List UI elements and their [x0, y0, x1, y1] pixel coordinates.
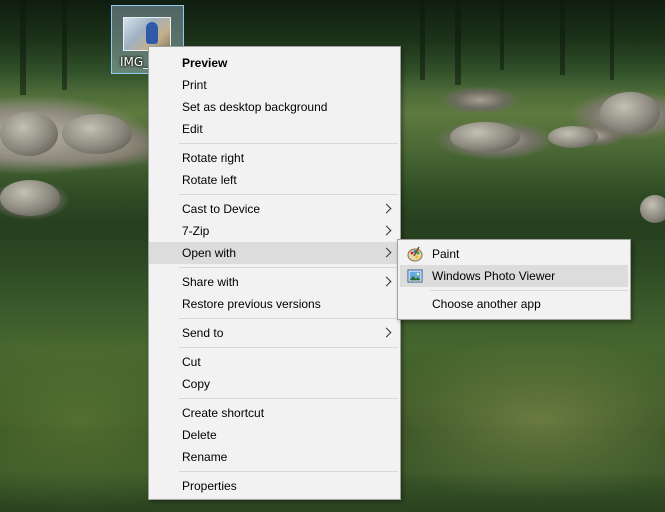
menu-separator — [179, 318, 398, 319]
tree-trunk — [455, 0, 461, 85]
chevron-right-icon — [381, 203, 392, 214]
menu-item-label: Share with — [182, 275, 239, 289]
menu-item-cast-to-device[interactable]: Cast to Device — [149, 198, 400, 220]
menu-separator — [179, 471, 398, 472]
menu-item-properties[interactable]: Properties — [149, 475, 400, 497]
rock — [600, 92, 660, 134]
menu-item-edit[interactable]: Edit — [149, 118, 400, 140]
menu-item-label: Cast to Device — [182, 202, 261, 216]
menu-separator — [179, 143, 398, 144]
menu-item-label: Open with — [182, 246, 237, 260]
menu-item-rename[interactable]: Rename — [149, 446, 400, 468]
submenu-item-label: Paint — [432, 247, 460, 261]
menu-separator — [179, 267, 398, 268]
tree-trunk — [62, 0, 67, 90]
chevron-right-icon — [381, 225, 392, 236]
chevron-right-icon — [381, 276, 392, 287]
rock — [640, 195, 665, 223]
menu-item-open-with[interactable]: Open with — [149, 242, 400, 264]
tree-trunk — [20, 0, 26, 95]
menu-separator — [179, 194, 398, 195]
tree-trunk — [420, 0, 425, 80]
menu-item-restore-previous-versions[interactable]: Restore previous versions — [149, 293, 400, 315]
tree-trunk — [610, 0, 614, 80]
menu-item-label: Send to — [182, 326, 224, 340]
menu-item-copy[interactable]: Copy — [149, 373, 400, 395]
submenu-item-paint[interactable]: Paint — [400, 243, 628, 265]
chevron-right-icon — [381, 247, 392, 258]
rock — [548, 126, 598, 148]
menu-item-set-desktop-background[interactable]: Set as desktop background — [149, 96, 400, 118]
submenu-item-choose-another-app[interactable]: Choose another app — [400, 293, 628, 315]
rock — [62, 114, 132, 154]
menu-item-delete[interactable]: Delete — [149, 424, 400, 446]
tree-trunk — [560, 0, 565, 75]
photo-viewer-icon — [407, 269, 423, 283]
menu-item-label: 7-Zip — [182, 224, 210, 238]
menu-item-preview[interactable]: Preview — [149, 52, 400, 74]
tree-trunk — [500, 0, 504, 70]
menu-item-print[interactable]: Print — [149, 74, 400, 96]
menu-item-rotate-right[interactable]: Rotate right — [149, 147, 400, 169]
submenu-item-windows-photo-viewer[interactable]: Windows Photo Viewer — [400, 265, 628, 287]
rock — [0, 112, 58, 156]
menu-separator — [179, 398, 398, 399]
menu-item-share-with[interactable]: Share with — [149, 271, 400, 293]
context-menu: Preview Print Set as desktop background … — [148, 46, 401, 500]
menu-item-create-shortcut[interactable]: Create shortcut — [149, 402, 400, 424]
rock — [0, 180, 60, 216]
menu-item-send-to[interactable]: Send to — [149, 322, 400, 344]
menu-separator — [430, 290, 628, 291]
paint-palette-icon — [407, 246, 423, 262]
menu-separator — [179, 347, 398, 348]
submenu-item-label: Windows Photo Viewer — [432, 269, 556, 283]
open-with-submenu: Paint Windows Photo Viewer Choose anothe… — [397, 239, 631, 320]
menu-item-cut[interactable]: Cut — [149, 351, 400, 373]
rock — [450, 122, 520, 152]
chevron-right-icon — [381, 327, 392, 338]
menu-item-7zip[interactable]: 7-Zip — [149, 220, 400, 242]
menu-item-rotate-left[interactable]: Rotate left — [149, 169, 400, 191]
